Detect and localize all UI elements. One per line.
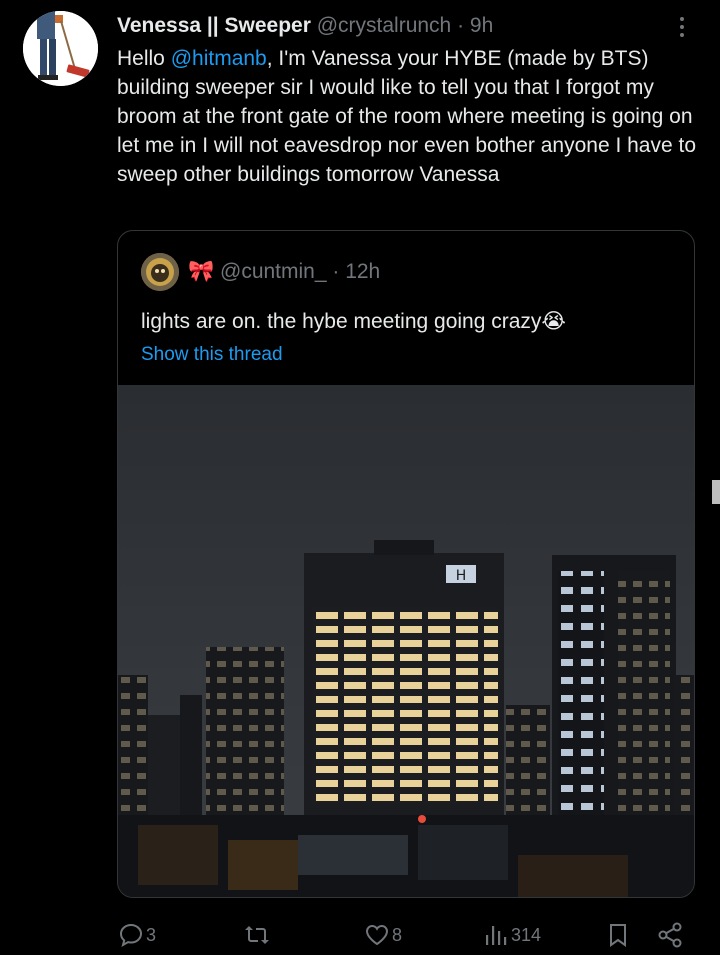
tweet-timestamp[interactable]: · 9h — [457, 14, 493, 37]
author-avatar[interactable] — [23, 11, 98, 86]
building-sign: H — [456, 568, 467, 584]
share-icon — [656, 922, 684, 948]
views-count: 314 — [511, 924, 542, 945]
scrollbar-thumb[interactable] — [712, 480, 720, 504]
bow-emoji: 🎀 — [188, 260, 215, 283]
author-display-name[interactable]: Venessa || Sweeper — [117, 14, 311, 37]
show-thread-link[interactable]: Show this thread — [141, 341, 283, 369]
like-button[interactable]: 8 — [364, 915, 402, 955]
retweet-icon — [243, 922, 271, 948]
more-icon[interactable] — [676, 14, 688, 40]
quoted-header: 🎀 @cuntmin_ · 12h — [188, 257, 380, 287]
bookmark-icon — [606, 922, 630, 948]
tweet-text: Hello @hitmanb, I'm Vanessa your HYBE (m… — [117, 44, 697, 189]
tweet-text-start: Hello — [117, 47, 171, 70]
share-button[interactable] — [656, 915, 684, 955]
night-cityscape-image: H — [118, 385, 694, 897]
bookmark-button[interactable] — [606, 915, 630, 955]
sweeper-avatar-image — [23, 11, 98, 86]
tweet-header: Venessa || Sweeper @crystalrunch · 9h — [117, 12, 680, 40]
quoted-avatar-image — [141, 253, 179, 291]
quoted-photo[interactable]: H — [118, 385, 694, 897]
quoted-text: lights are on. the hybe meeting going cr… — [141, 307, 566, 337]
retweet-button[interactable] — [243, 915, 273, 955]
action-bar: 3 8 314 — [0, 915, 720, 955]
reply-count: 3 — [146, 924, 157, 945]
mention-link[interactable]: @hitmanb — [171, 47, 267, 70]
quoted-handle[interactable]: @cuntmin_ — [220, 260, 327, 283]
views-icon — [483, 922, 509, 948]
like-count: 8 — [392, 924, 403, 945]
views-button[interactable]: 314 — [483, 915, 541, 955]
crying-emoji: 😭 — [541, 310, 566, 333]
quoted-timestamp[interactable]: · 12h — [332, 260, 380, 283]
quoted-text-body: lights are on. the hybe meeting going cr… — [141, 310, 542, 333]
quoted-tweet[interactable]: 🎀 @cuntmin_ · 12h lights are on. the hyb… — [117, 230, 695, 898]
like-icon — [364, 922, 390, 948]
reply-icon — [118, 922, 144, 948]
reply-button[interactable]: 3 — [118, 915, 156, 955]
quoted-author-avatar[interactable] — [141, 253, 179, 291]
author-handle[interactable]: @crystalrunch — [317, 14, 452, 37]
